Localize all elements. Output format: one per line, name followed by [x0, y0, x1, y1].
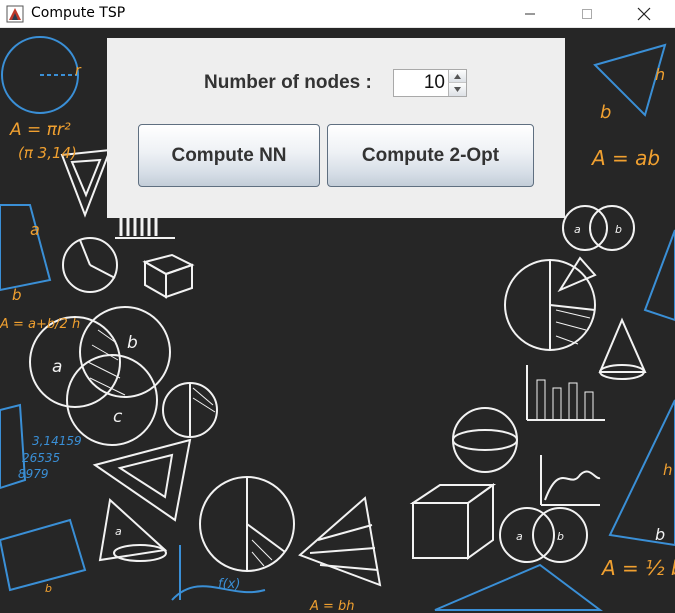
- chalk-text: b: [557, 530, 564, 543]
- arrow-up-icon: [454, 73, 461, 79]
- maximize-button[interactable]: [564, 0, 610, 28]
- chalk-text: a: [115, 525, 122, 538]
- chalk-text: (π 3,14): [18, 144, 77, 162]
- chalk-text: b: [655, 525, 665, 544]
- chalk-text: 3,14159: [32, 434, 82, 448]
- chalk-text: A = πr²: [9, 120, 71, 140]
- chalk-text: 8979: [18, 467, 49, 481]
- chalk-text: b: [127, 333, 138, 353]
- window-title: Compute TSP: [31, 5, 126, 21]
- maximize-icon: [582, 9, 592, 19]
- control-panel: Number of nodes : Compute NN Compute 2-O…: [107, 38, 565, 218]
- chalk-text: r: [75, 63, 82, 79]
- compute-nn-button[interactable]: Compute NN: [138, 124, 320, 187]
- arrow-down-icon: [454, 87, 461, 92]
- compute-2opt-button[interactable]: Compute 2-Opt: [327, 124, 534, 187]
- number-of-nodes-spinner[interactable]: [393, 69, 467, 97]
- minimize-icon: [525, 13, 535, 15]
- chalk-text: a: [516, 530, 523, 543]
- chalk-text: A = a+b/2 h: [0, 317, 80, 332]
- chalk-text: a: [52, 357, 62, 377]
- chalk-text: f(x): [218, 577, 240, 592]
- title-bar: Compute TSP: [0, 0, 675, 28]
- close-button[interactable]: [621, 0, 667, 28]
- chalk-text: c: [113, 407, 123, 427]
- java-app-icon: [6, 5, 24, 23]
- chalk-text: h: [655, 65, 665, 84]
- chalk-text: a: [574, 223, 581, 236]
- pyramid-doodle: [298, 496, 382, 587]
- minimize-button[interactable]: [507, 0, 553, 28]
- spinner-decrement-button[interactable]: [448, 83, 466, 96]
- number-of-nodes-input[interactable]: [394, 70, 448, 96]
- chalk-text: A = ab: [590, 146, 660, 170]
- chalk-text: b: [600, 102, 611, 123]
- chalk-text: b: [45, 582, 52, 595]
- cube-doodle: [142, 253, 195, 276]
- chalk-text: A = bh: [309, 599, 355, 613]
- spinner-increment-button[interactable]: [448, 70, 466, 83]
- chalk-text: b: [615, 223, 622, 236]
- chalk-text: 26535: [22, 451, 60, 465]
- number-of-nodes-label: Number of nodes :: [204, 72, 372, 93]
- chalk-text: h: [663, 461, 673, 479]
- chalk-text: a: [30, 220, 40, 239]
- chalk-text: b: [12, 286, 22, 304]
- bottom-cube-doodle: [412, 502, 469, 559]
- close-icon: [637, 7, 651, 21]
- chalk-text: A = ½ bh: [600, 556, 675, 580]
- sphere-doodle: [452, 407, 518, 473]
